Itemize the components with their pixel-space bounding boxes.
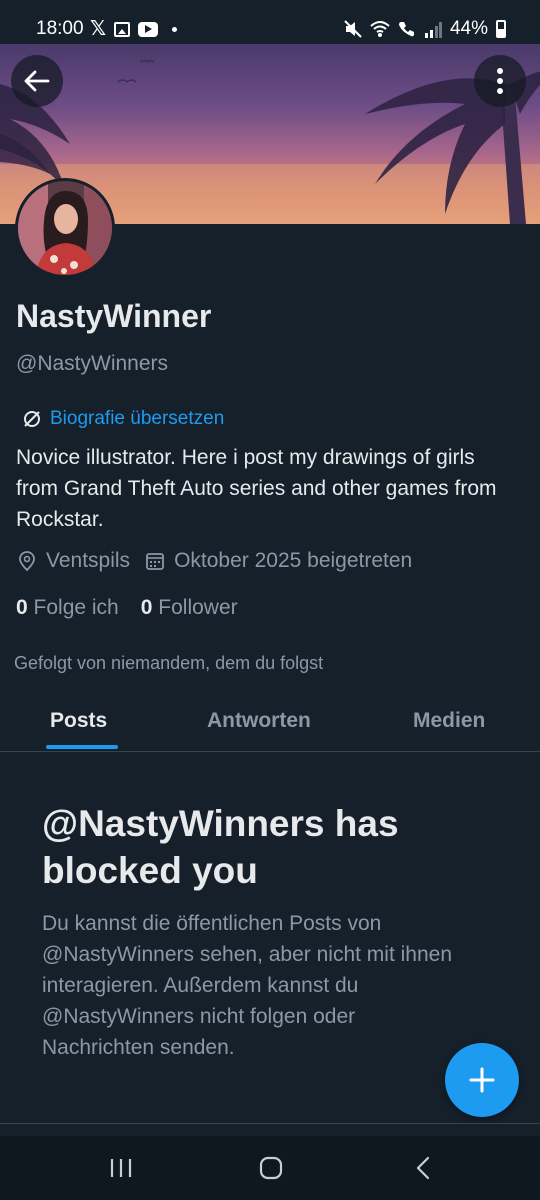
back-icon bbox=[416, 1156, 430, 1180]
avatar-image bbox=[18, 181, 112, 275]
avatar[interactable] bbox=[15, 178, 115, 278]
profile-tabs: Posts Antworten Medien bbox=[0, 695, 540, 752]
following-label: Folge ich bbox=[33, 596, 119, 619]
wifi-icon bbox=[370, 21, 390, 37]
tab-media[interactable]: Medien bbox=[413, 709, 485, 733]
mute-icon bbox=[344, 20, 362, 38]
divider bbox=[0, 1123, 540, 1124]
profile-name: NastyWinner bbox=[16, 298, 212, 334]
battery-level: 44% bbox=[449, 18, 488, 39]
profile-handle: @NastyWinners bbox=[16, 352, 169, 375]
followers-count: 0 bbox=[140, 596, 153, 619]
recent-apps-icon bbox=[110, 1159, 132, 1177]
location-text: Ventspils bbox=[46, 549, 131, 572]
system-back-button[interactable] bbox=[393, 1150, 453, 1186]
plus-icon bbox=[469, 1067, 495, 1093]
location-pin-icon bbox=[19, 551, 35, 571]
home-button[interactable] bbox=[241, 1150, 301, 1186]
profile-meta: Ventspils Oktober 2025 beigetreten bbox=[18, 549, 428, 573]
more-options-button[interactable] bbox=[474, 55, 526, 107]
followers-label: Follower bbox=[158, 596, 238, 619]
profile-bio: Novice illustrator. Here i post my drawi… bbox=[16, 446, 497, 531]
follow-stats: 0 Folge ich 0 Follower bbox=[16, 596, 238, 620]
active-tab-indicator bbox=[46, 745, 118, 749]
arrow-left-icon bbox=[24, 70, 50, 92]
following-count: 0 bbox=[16, 596, 28, 619]
home-icon bbox=[259, 1156, 283, 1180]
followed-by-text: Gefolgt von niemandem, dem du folgst bbox=[14, 653, 324, 673]
call-icon bbox=[398, 22, 414, 37]
system-icons: 44% bbox=[344, 18, 506, 40]
system-nav-bar bbox=[0, 1136, 540, 1200]
location: Ventspils bbox=[18, 549, 130, 573]
notification-icons: 𝕏 bbox=[90, 18, 178, 40]
signal-icon bbox=[424, 22, 442, 38]
followers-link[interactable]: 0 Follower bbox=[141, 596, 238, 620]
tab-replies[interactable]: Antworten bbox=[207, 709, 311, 733]
youtube-icon bbox=[138, 21, 159, 37]
joined-text: Oktober 2025 beigetreten bbox=[174, 549, 413, 572]
following-link[interactable]: 0 Folge ich bbox=[16, 596, 119, 620]
status-bar: 18:00 𝕏 44% bbox=[0, 0, 540, 44]
status-time: 18:00 bbox=[36, 18, 84, 39]
dot-icon bbox=[172, 26, 178, 32]
back-button[interactable] bbox=[11, 55, 63, 107]
recent-apps-button[interactable] bbox=[91, 1150, 151, 1186]
translate-bio-label: Biografie übersetzen bbox=[50, 408, 225, 429]
battery-icon bbox=[496, 20, 506, 38]
translate-icon bbox=[24, 411, 40, 427]
image-icon bbox=[114, 21, 131, 37]
joined-date: Oktober 2025 beigetreten bbox=[146, 549, 412, 573]
blocked-description: Du kannst die öffentlichen Posts von @Na… bbox=[42, 912, 453, 1059]
translate-bio-link[interactable]: Biografie übersetzen bbox=[22, 408, 224, 430]
calendar-icon bbox=[146, 553, 164, 570]
more-vertical-icon bbox=[497, 68, 503, 94]
compose-button[interactable] bbox=[445, 1043, 519, 1117]
blocked-title: @NastyWinners has blocked you bbox=[42, 803, 399, 891]
x-icon: 𝕏 bbox=[90, 18, 107, 40]
profile-page: 18:00 𝕏 44% NastyWinner @NastyWinners Bi… bbox=[0, 0, 540, 1200]
tab-posts[interactable]: Posts bbox=[50, 709, 107, 733]
